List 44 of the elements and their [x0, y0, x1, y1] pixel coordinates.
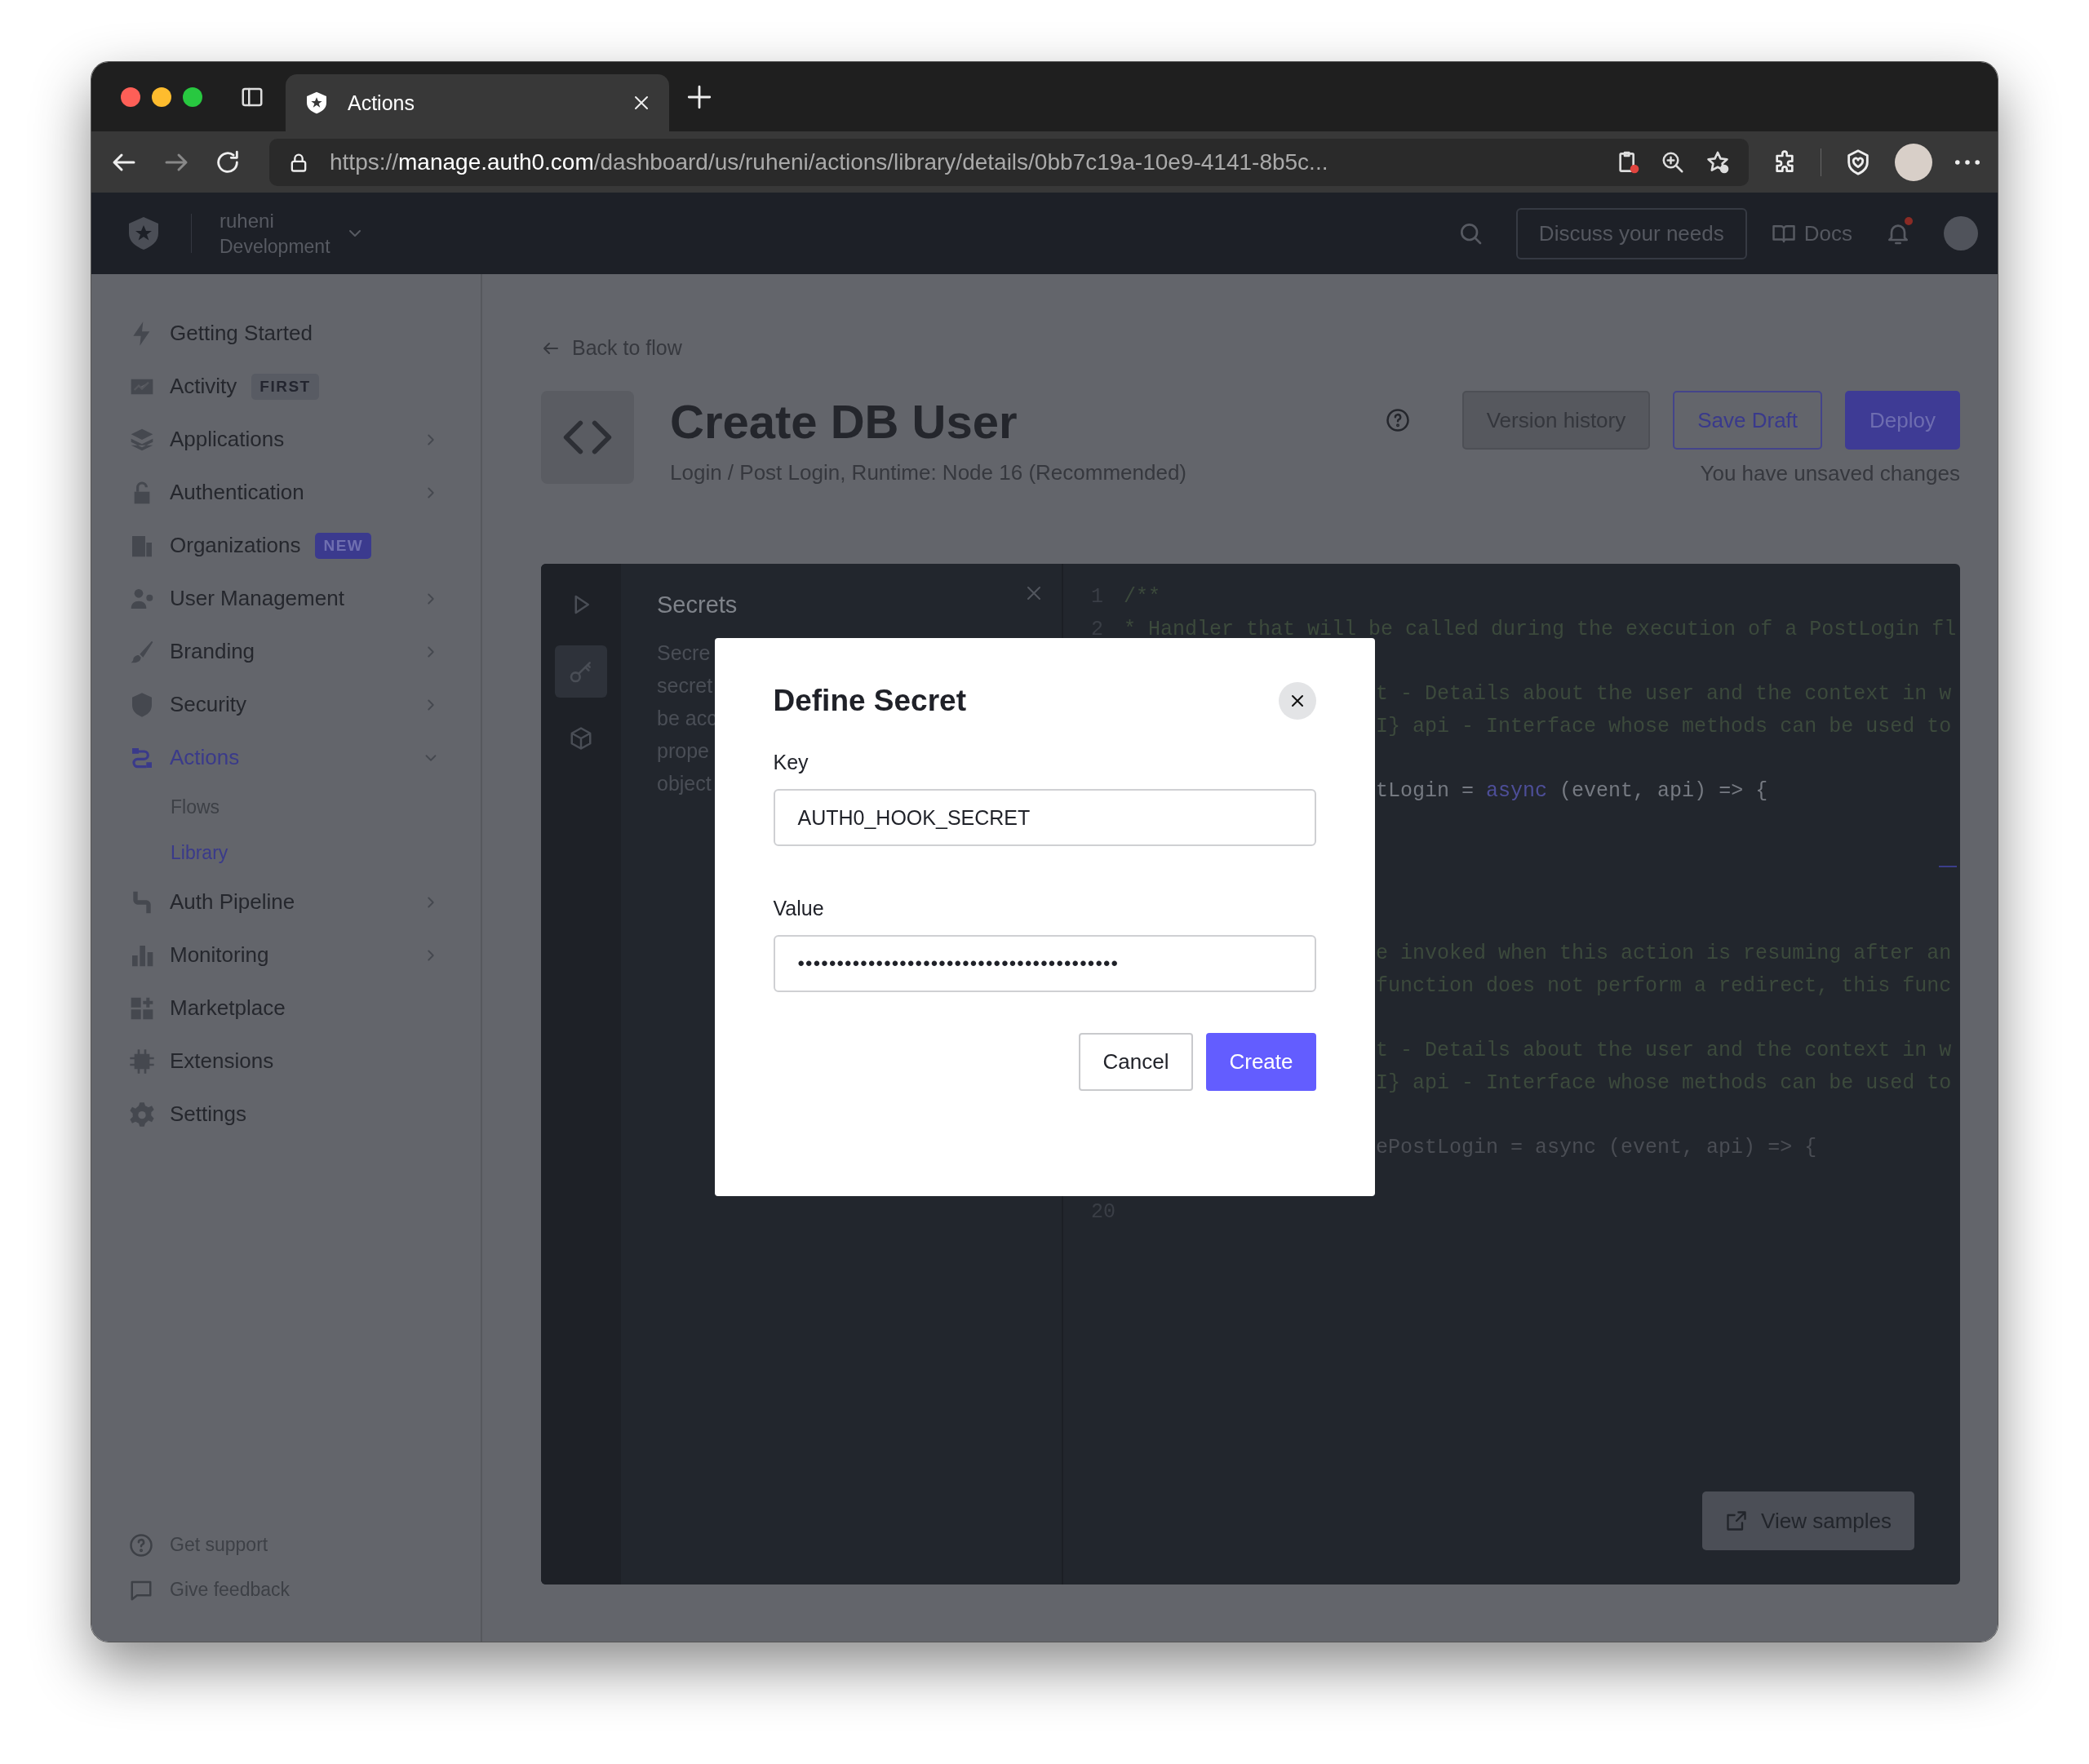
more-icon[interactable] — [1955, 159, 1980, 165]
help-icon — [1385, 408, 1410, 432]
sidebar-item[interactable]: Getting Started — [129, 307, 440, 360]
sidebar-item[interactable]: Auth Pipeline — [129, 875, 440, 929]
sidebar-item[interactable]: Monitoring — [129, 929, 440, 982]
sidebar-item[interactable]: User Management — [129, 572, 440, 625]
sidebar-item[interactable]: Settings — [129, 1088, 440, 1141]
code-line: tLogin = async (event, api) => { — [1376, 779, 1768, 804]
minimize-window-button[interactable] — [152, 86, 171, 107]
url-text: https://manage.auth0.com/dashboard/us/ruheni/actions/library/details/0bb7c19a-10e9-4141-8b5c... — [330, 148, 1329, 175]
sidebar-item[interactable]: Marketplace — [129, 982, 440, 1035]
input-field[interactable]: AUTH0_HOOK_SECRET — [773, 789, 1316, 846]
code-line: /** — [1124, 585, 1160, 609]
tab-title: Actions — [348, 91, 415, 115]
field-label: Key — [773, 751, 809, 774]
tenant-name: ruheni — [220, 209, 275, 233]
dialog-button[interactable]: Create — [1206, 1033, 1316, 1091]
chip-icon — [129, 1048, 155, 1075]
maximize-window-button[interactable] — [183, 86, 202, 107]
gear-icon — [129, 1101, 155, 1128]
panel-title: Secrets — [657, 592, 738, 618]
sidebar-item[interactable]: Security — [129, 678, 440, 731]
docs-link[interactable]: Docs — [1771, 220, 1852, 246]
tenant-switcher[interactable]: ruheni Development — [220, 209, 330, 258]
dialog-title: Define Secret — [773, 684, 966, 718]
page-title: Create DB User — [670, 394, 1018, 449]
address-bar[interactable]: https://manage.auth0.com/dashboard/us/ruheni/actions/library/details/0bb7c19a-10e9-4141-8b5c... — [269, 138, 1749, 186]
sidebar-item[interactable]: Extensions — [129, 1035, 440, 1088]
tenant-environment: Development — [220, 235, 330, 258]
sidebar-item[interactable]: Authentication — [129, 466, 440, 519]
sidebar-item[interactable]: Applications — [129, 413, 440, 466]
field-label: Value — [773, 897, 825, 920]
browser-tab[interactable]: Actions — [286, 74, 669, 131]
profile-avatar[interactable] — [1895, 143, 1932, 181]
secret-field[interactable]: ••••••••••••••••••••••••••••••••••••••••• — [773, 935, 1316, 992]
help-icon — [129, 1532, 153, 1558]
close-window-button[interactable] — [121, 86, 140, 107]
cube-icon — [569, 726, 593, 751]
discuss-needs-button[interactable]: Discuss your needs — [1515, 207, 1747, 259]
close-button[interactable] — [1278, 682, 1316, 720]
sidebar-item[interactable]: Branding — [129, 625, 440, 678]
dialog-button[interactable]: Cancel — [1078, 1033, 1194, 1091]
scroll-marker — [1939, 866, 1957, 867]
external-link-icon — [1725, 1509, 1749, 1532]
